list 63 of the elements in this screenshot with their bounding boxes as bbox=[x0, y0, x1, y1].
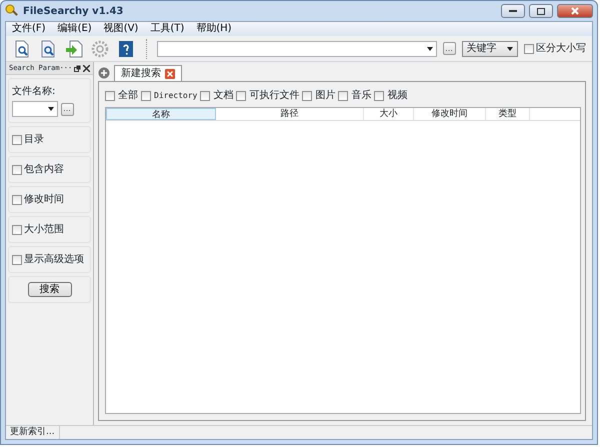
checkbox-label: 全部 bbox=[118, 88, 138, 103]
checkbox-label: 文档 bbox=[213, 88, 234, 103]
add-tab-icon[interactable] bbox=[98, 67, 110, 79]
dropdown-icon bbox=[48, 107, 54, 111]
menu-item[interactable]: 编辑(E) bbox=[52, 22, 98, 36]
checkbox[interactable] bbox=[302, 90, 312, 100]
window-title: FileSearchy v1.43 bbox=[23, 4, 124, 18]
minimize-button[interactable] bbox=[501, 4, 525, 18]
checkbox-label: 修改时间 bbox=[24, 192, 64, 207]
checkbox[interactable] bbox=[12, 194, 22, 204]
checkbox-label: 显示高级选项 bbox=[24, 252, 84, 267]
menu-item[interactable]: 视图(V) bbox=[98, 22, 144, 36]
status-text: 更新索引... bbox=[6, 426, 60, 440]
browse-button[interactable]: ... bbox=[60, 102, 74, 116]
maximize-icon bbox=[537, 8, 545, 14]
checkbox[interactable] bbox=[105, 90, 115, 100]
checkbox[interactable] bbox=[12, 164, 22, 174]
mode-dropdown[interactable]: 关键字 bbox=[462, 40, 518, 56]
checkbox[interactable] bbox=[12, 134, 22, 144]
checkbox-label: 大小范围 bbox=[24, 222, 64, 237]
tab[interactable]: 新建搜索 bbox=[114, 65, 182, 81]
dropdown-icon bbox=[506, 46, 512, 50]
checkbox-label: 音乐 bbox=[351, 88, 372, 103]
checkbox[interactable] bbox=[524, 44, 534, 54]
column-header[interactable]: 修改时间 bbox=[414, 108, 486, 120]
filename-field[interactable] bbox=[12, 101, 58, 117]
settings-icon[interactable] bbox=[90, 38, 110, 58]
checkbox-label: 图片 bbox=[315, 88, 336, 103]
checkbox[interactable] bbox=[12, 254, 22, 264]
column-header[interactable]: 路径 bbox=[216, 108, 364, 120]
close-tab-icon[interactable] bbox=[165, 68, 175, 78]
menu-item[interactable]: 帮助(H) bbox=[190, 22, 238, 36]
column-header[interactable]: 类型 bbox=[486, 108, 530, 120]
menu-item[interactable]: 文件(F) bbox=[6, 22, 52, 36]
app-icon bbox=[5, 4, 19, 18]
close-button[interactable] bbox=[557, 4, 593, 18]
checkbox[interactable] bbox=[338, 90, 348, 100]
checkbox[interactable] bbox=[200, 90, 210, 100]
checkbox-label: 视频 bbox=[387, 88, 408, 103]
search-field[interactable] bbox=[157, 40, 436, 56]
export-icon[interactable] bbox=[64, 38, 84, 58]
checkbox[interactable] bbox=[12, 224, 22, 234]
checkbox[interactable] bbox=[374, 90, 384, 100]
checkbox[interactable] bbox=[236, 90, 246, 100]
menu-item[interactable]: 工具(T) bbox=[144, 22, 190, 36]
checkbox-label: 可执行文件 bbox=[249, 88, 300, 103]
maximize-button[interactable] bbox=[529, 4, 553, 18]
column-header[interactable]: 大小 bbox=[364, 108, 414, 120]
browse-button[interactable]: ... bbox=[442, 42, 456, 55]
column-header[interactable]: 名称 bbox=[106, 108, 216, 120]
search-button[interactable]: 搜索 bbox=[28, 282, 72, 297]
checkbox-label: Directory bbox=[154, 90, 198, 102]
minimize-icon bbox=[509, 9, 517, 13]
checkbox-label: 目录 bbox=[24, 133, 44, 147]
close-icon bbox=[571, 7, 579, 15]
close-icon[interactable] bbox=[83, 64, 90, 72]
dropdown-icon[interactable] bbox=[426, 46, 432, 50]
checkbox-label: 区分大小写 bbox=[536, 42, 586, 56]
filename-label: 文件名称: bbox=[12, 84, 56, 99]
help-icon[interactable] bbox=[116, 38, 136, 58]
checkbox-label: 包含内容 bbox=[24, 162, 64, 177]
float-icon[interactable] bbox=[74, 64, 80, 72]
checkbox[interactable] bbox=[141, 90, 151, 100]
